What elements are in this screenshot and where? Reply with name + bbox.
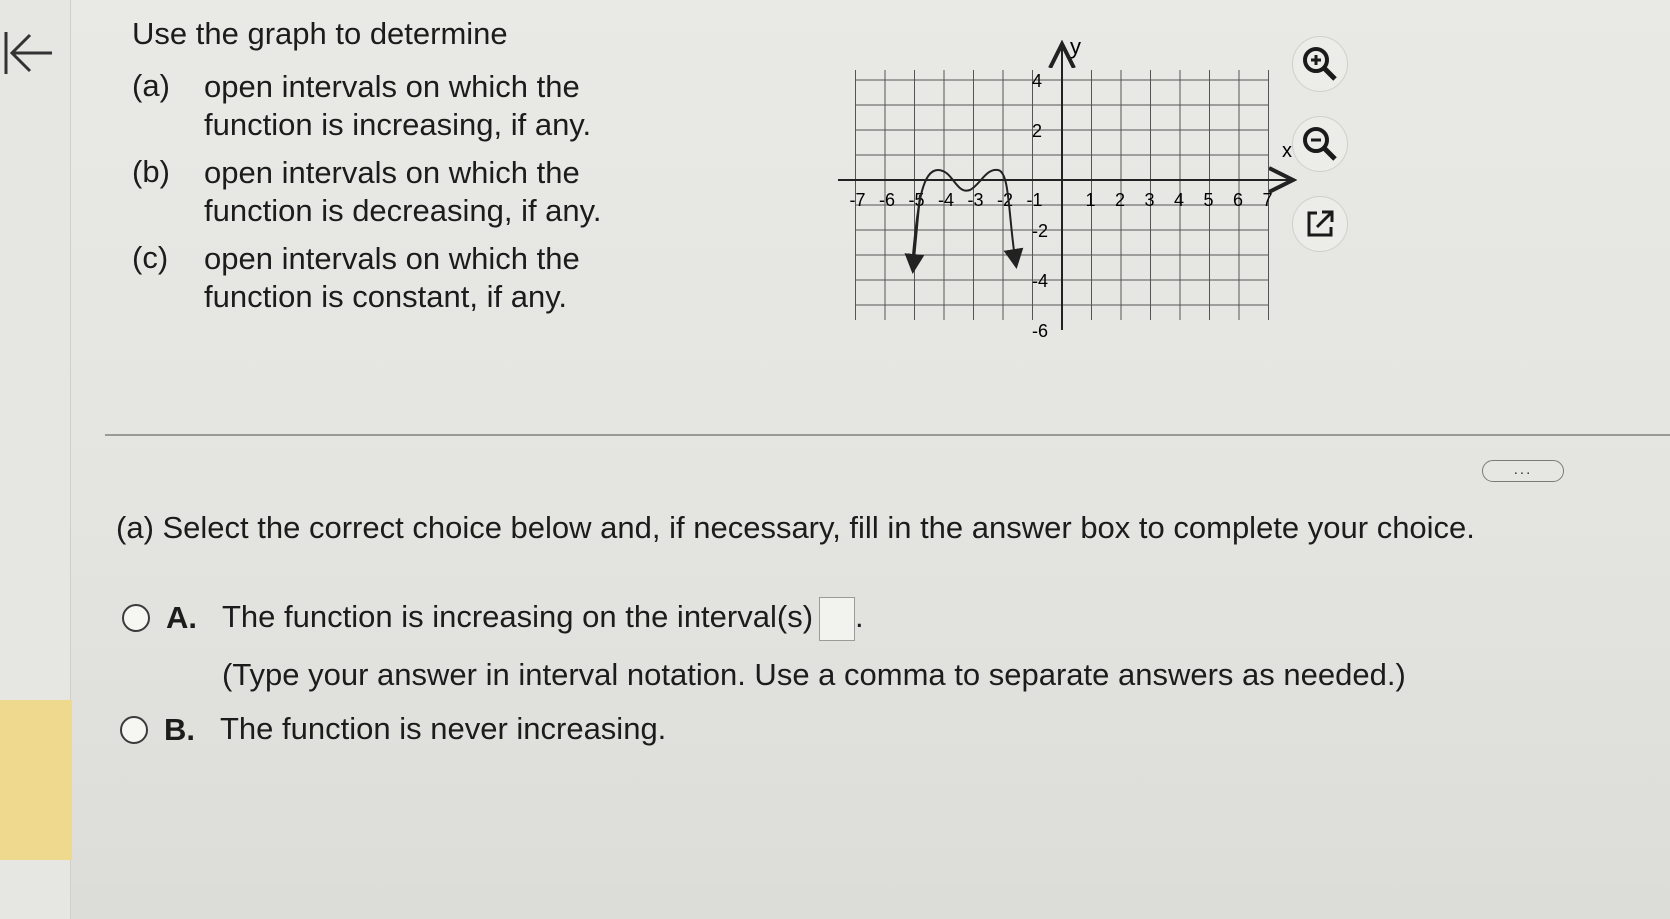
x-tick-label: -2 [997, 190, 1013, 210]
x-tick-label: -7 [850, 190, 866, 210]
x-tick-label: -3 [968, 190, 984, 210]
x-tick-label: 1 [1086, 190, 1096, 210]
more-options-button[interactable]: ... [1482, 460, 1564, 482]
x-tick-label: 6 [1233, 190, 1243, 210]
function-graph: x y -7 -6 -5 -4 -3 -2 -1 1 2 3 4 5 6 7 42-2-4-6 [838, 34, 1358, 341]
section-divider [105, 434, 1670, 436]
y-tick-label: 4 [1032, 71, 1042, 91]
part-letter: (b) [132, 154, 170, 189]
y-axis-label: y [1070, 34, 1081, 59]
choice-b-text: The function is never increasing. [220, 711, 667, 746]
part-letter: (a) [132, 68, 170, 103]
zoom-out-icon [1303, 127, 1337, 161]
choice-b-body: The function is never increasing. [220, 700, 666, 758]
zoom-out-button[interactable] [1292, 116, 1348, 172]
question-part-b: (b) open intervals on which the function… [132, 154, 652, 230]
x-tick-label: -6 [879, 190, 895, 210]
x-tick-label: 2 [1115, 190, 1125, 210]
y-tick-label: -2 [1032, 221, 1048, 241]
left-highlight [0, 700, 72, 860]
y-tick-label: -4 [1032, 271, 1048, 291]
x-tick-label: -4 [938, 190, 954, 210]
popout-button[interactable] [1292, 196, 1348, 252]
back-arrow-icon[interactable] [0, 26, 60, 86]
part-text: open intervals on which the function is … [204, 241, 580, 314]
choice-a-body: The function is increasing on the interv… [222, 588, 1406, 704]
part-a-instruction: (a) Select the correct choice below and,… [116, 510, 1475, 545]
question-block: Use the graph to determine (a) open inte… [132, 16, 652, 326]
part-letter: (c) [132, 240, 169, 275]
choice-a-letter: A. [166, 600, 197, 635]
y-tick-label: -6 [1032, 321, 1048, 341]
part-text: open intervals on which the function is … [204, 155, 602, 228]
choice-a-radio[interactable] [122, 604, 150, 632]
choice-a-note: (Type your answer in interval notation. … [222, 657, 1406, 692]
x-tick-label: 5 [1204, 190, 1214, 210]
choice-a-text: The function is increasing on the interv… [222, 599, 814, 634]
question-part-c: (c) open intervals on which the function… [132, 240, 652, 316]
question-title: Use the graph to determine [132, 16, 508, 51]
choice-a-punctuation: . [855, 599, 864, 634]
external-link-icon [1307, 210, 1334, 237]
x-tick-label: 7 [1263, 190, 1273, 210]
choice-b-letter: B. [164, 712, 195, 747]
function-curve [912, 168, 1024, 269]
question-part-a: (a) open intervals on which the function… [132, 68, 652, 144]
choice-a-line: The function is increasing on the interv… [222, 588, 1406, 646]
choice-b-radio[interactable] [120, 716, 148, 744]
zoom-in-icon [1303, 47, 1337, 81]
x-axis-label: x [1282, 140, 1292, 162]
zoom-in-button[interactable] [1292, 36, 1348, 92]
interval-answer-box[interactable] [819, 596, 856, 641]
x-tick-label: -1 [1027, 190, 1043, 210]
choice-b[interactable]: B. The function is never increasing. [120, 711, 666, 758]
x-tick-label: 4 [1174, 190, 1184, 210]
part-text: open intervals on which the function is … [204, 69, 592, 142]
choice-a[interactable]: A. The function is increasing on the int… [122, 596, 1406, 704]
y-tick-label: 2 [1032, 121, 1042, 141]
x-tick-label: 3 [1145, 190, 1155, 210]
